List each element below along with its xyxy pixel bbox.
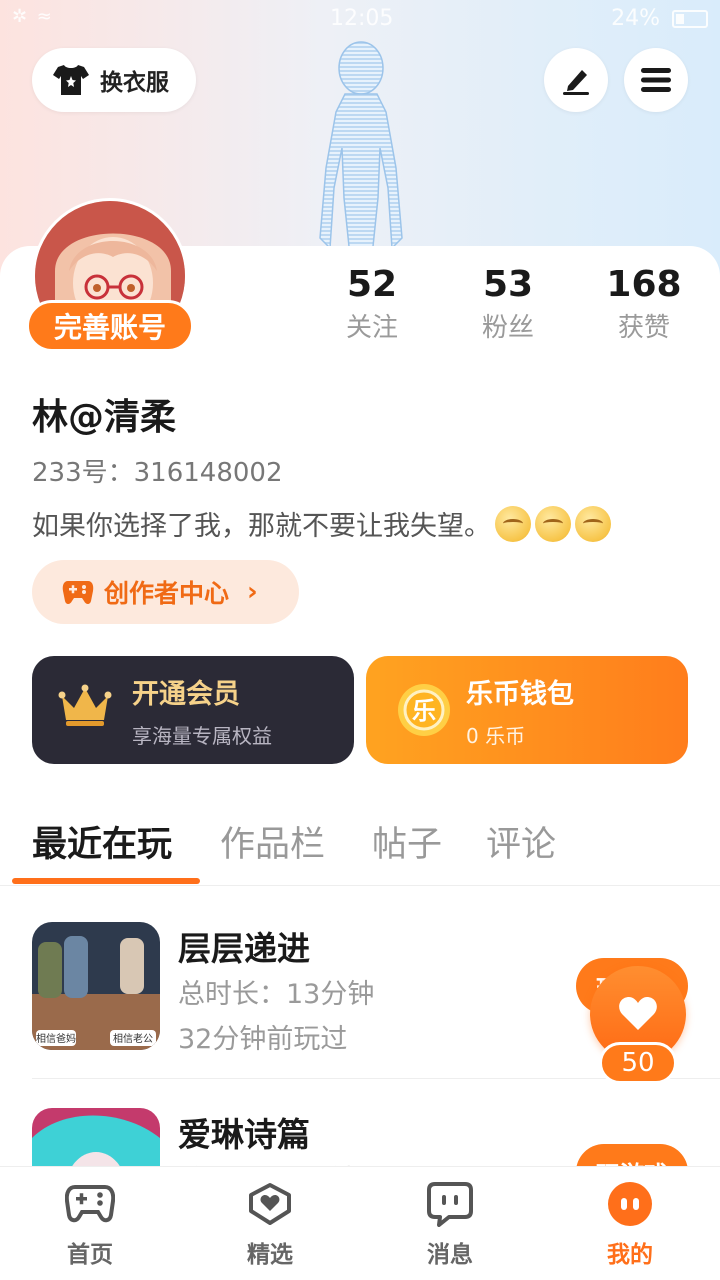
nav-messages[interactable]: 消息 — [390, 1181, 510, 1269]
change-outfit-button[interactable]: 换衣服 — [32, 48, 196, 112]
fans-label: 粉丝 — [481, 313, 534, 343]
nav-home[interactable]: 首页 — [30, 1181, 150, 1269]
bio-text: 如果你选择了我，那就不要让我失望。 — [32, 511, 491, 542]
vip-title: 开通会员 — [132, 679, 240, 710]
menu-button[interactable] — [624, 48, 688, 112]
bottom-nav: 首页 精选 消息 我的 — [0, 1166, 720, 1280]
avatar-3d-figure[interactable] — [300, 38, 422, 258]
likes-count: 168 — [606, 264, 682, 305]
coin-icon: 乐 — [398, 684, 450, 736]
gamepad-icon — [62, 581, 94, 604]
game-duration: 总时长：3分钟 — [178, 1158, 357, 1166]
nav-label: 精选 — [247, 1242, 293, 1268]
heart-badge-icon — [249, 1183, 291, 1225]
profile-face-icon — [608, 1182, 652, 1226]
game-icon: 相信爸妈 相信老公 — [32, 922, 160, 1050]
chevron-right-icon: › — [247, 577, 258, 607]
pen-icon — [563, 70, 589, 95]
nav-label: 首页 — [67, 1242, 113, 1268]
active-tab-indicator — [12, 878, 200, 884]
crown-icon — [58, 684, 112, 726]
nav-featured[interactable]: 精选 — [210, 1181, 330, 1269]
tab-works[interactable]: 作品栏 — [220, 816, 325, 867]
fans-stat[interactable]: 53 粉丝 — [448, 262, 568, 348]
change-outfit-label: 换衣服 — [100, 70, 169, 96]
game-last-played: 32分钟前玩过 — [178, 1024, 348, 1055]
hamburger-menu-icon — [641, 68, 671, 92]
profile-tabs: 最近在玩 作品栏 帖子 评论 — [0, 810, 720, 886]
nav-profile[interactable]: 我的 — [570, 1181, 690, 1269]
game-icon — [32, 1108, 160, 1166]
game-cover-tag: 相信老公 — [113, 1032, 153, 1045]
wallet-balance: 0 乐币 — [466, 724, 526, 748]
tshirt-icon — [53, 65, 89, 95]
tab-comments[interactable]: 评论 — [486, 816, 556, 867]
stats-row: 52 关注 53 粉丝 168 获赞 — [0, 262, 720, 352]
signal-icon: ✲ ≈ — [12, 6, 54, 27]
fans-count: 53 — [482, 264, 534, 305]
wallet-title: 乐币钱包 — [466, 679, 574, 710]
coin-glyph: 乐 — [412, 697, 436, 725]
game-duration: 总时长：13分钟 — [178, 979, 375, 1010]
following-stat[interactable]: 52 关注 — [312, 262, 432, 348]
tab-posts[interactable]: 帖子 — [372, 816, 442, 867]
battery-icon — [672, 10, 708, 28]
smile-emoji-icon — [575, 505, 611, 542]
status-bar: ✲ ≈ 12:05 24% — [0, 0, 720, 40]
following-count: 52 — [346, 264, 398, 305]
likes-label: 获赞 — [617, 313, 670, 343]
creator-center-button[interactable]: 创作者中心 › — [32, 560, 299, 624]
heart-icon — [619, 997, 657, 1030]
edit-profile-button[interactable] — [544, 48, 608, 112]
vip-subtitle: 享海量专属权益 — [132, 724, 272, 748]
chat-bubble-icon — [427, 1182, 473, 1227]
like-count: 50 — [599, 1042, 677, 1084]
nav-label: 我的 — [607, 1242, 653, 1268]
wallet-card[interactable]: 乐 乐币钱包 0 乐币 — [366, 656, 688, 764]
smile-emoji-icon — [495, 505, 531, 542]
battery-percent: 24% — [611, 6, 660, 31]
vip-membership-card[interactable]: 开通会员 享海量专属权益 — [32, 656, 354, 764]
list-item[interactable]: 爱琳诗篇 总时长：3分钟 玩游戏 — [0, 1108, 720, 1166]
smile-emoji-icon — [535, 505, 571, 542]
user-id: 233号：316148002 — [32, 458, 283, 488]
game-cover-image — [32, 1108, 160, 1166]
play-game-button[interactable]: 玩游戏 — [576, 1144, 688, 1166]
game-name: 爱琳诗篇 — [178, 1115, 310, 1154]
gamepad-icon — [64, 1185, 116, 1223]
tab-recently-played[interactable]: 最近在玩 — [32, 816, 172, 867]
nav-label: 消息 — [427, 1242, 473, 1268]
following-label: 关注 — [345, 313, 398, 343]
game-name: 层层递进 — [178, 929, 310, 968]
likes-stat[interactable]: 168 获赞 — [584, 262, 704, 348]
username: 林@清柔 — [32, 397, 177, 438]
status-time: 12:05 — [330, 6, 394, 31]
bio: 如果你选择了我，那就不要让我失望。 — [32, 504, 611, 543]
game-cover-tag: 相信爸妈 — [36, 1032, 76, 1045]
creator-center-label: 创作者中心 — [104, 579, 230, 608]
game-cover-image: 相信爸妈 相信老公 — [32, 922, 160, 1050]
